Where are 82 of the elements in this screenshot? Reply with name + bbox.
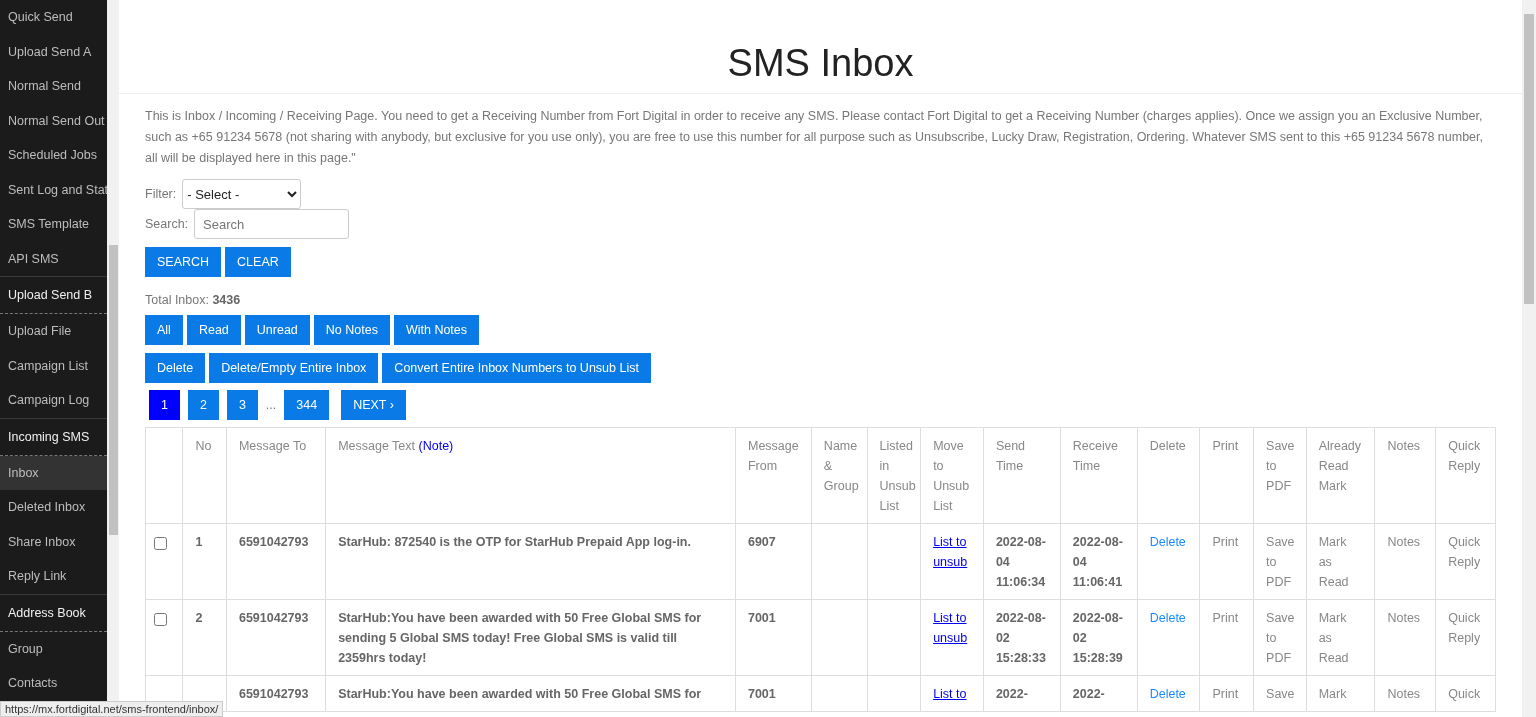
row-checkbox[interactable] <box>154 537 167 550</box>
sidebar-item[interactable]: Contacts <box>0 666 107 701</box>
sidebar-item[interactable]: Inbox <box>0 455 107 490</box>
sidebar-item[interactable]: Reply Link <box>0 559 107 594</box>
table-cell-text: 7001 <box>747 686 777 703</box>
column-header: Move to Unsub List <box>933 439 970 513</box>
sidebar-item[interactable]: Group <box>0 631 107 666</box>
action-button[interactable]: Delete <box>145 353 206 383</box>
table-cell-text: 2022- <box>1072 686 1106 703</box>
description-text: This is Inbox / Incoming / Receiving Page. You need to get a Receiving Number from Fort Digital in order to receive any SMS. Please contact Fort Digital to get a Receiving Number (charges applies). Once we assign you an Exclusive Number, such as +65 91234 5678 (not sharing with anybody, but exclusive for you use only), you are free to use this number for all purpose such as Unsubscribe, Lucky Draw, Registration, Ordering. Whatever SMS sent to this +65 91234 5678 number, all will be displayed here in this page." <box>145 108 1484 167</box>
note-link[interactable]: (Note) <box>418 439 454 453</box>
filter-label: Filter: <box>145 187 177 201</box>
scrollbar[interactable] <box>1522 0 1536 717</box>
row-action-link[interactable]: Notes <box>1387 532 1424 552</box>
table-cell-text: 2022-08-04 11:06:34 <box>995 534 1047 591</box>
filter-button[interactable]: All <box>145 315 183 345</box>
column-header: Send Time <box>995 439 1026 473</box>
column-header: Delete <box>1149 439 1186 453</box>
column-header: Already Read Mark <box>1318 439 1362 493</box>
row-action-link[interactable]: Delete <box>1149 608 1188 628</box>
sidebar-item[interactable]: SMS Template <box>0 207 107 242</box>
column-header: Listed in Unsub List <box>879 439 916 513</box>
sidebar-item[interactable]: Scheduled Jobs <box>0 138 107 173</box>
column-header: Quick Reply <box>1448 439 1481 473</box>
total-inbox-text: Total Inbox: 3436 <box>145 293 242 307</box>
table-cell-text: 6591042793 <box>238 610 310 627</box>
filter-button[interactable]: Read <box>186 315 241 345</box>
sidebar-item[interactable]: API SMS <box>0 241 107 276</box>
link-url-tooltip: https://mx.fortdigital.net/sms-frontend/inbox/ <box>0 701 224 717</box>
table-cell-text: 7001 <box>747 610 777 627</box>
table-cell-text: 2022-08-02 15:28:39 <box>1072 610 1124 667</box>
page-title: SMS Inbox <box>727 42 914 85</box>
row-action-link[interactable]: Delete <box>1149 532 1188 552</box>
search-form-button[interactable]: SEARCH <box>145 247 222 277</box>
column-header: Print <box>1212 439 1239 453</box>
column-header: Message Text <box>338 439 416 453</box>
column-header: Name & Group <box>823 439 859 493</box>
action-button[interactable]: Convert Entire Inbox Numbers to Unsub List <box>382 353 651 383</box>
sidebar-item[interactable]: Upload Send A <box>0 34 107 69</box>
column-header: Notes <box>1387 439 1421 453</box>
sidebar-item[interactable]: Deleted Inbox <box>0 490 107 525</box>
filter-button[interactable]: With Notes <box>393 315 480 345</box>
filter-dropdown[interactable]: - Select - <box>182 179 302 209</box>
row-checkbox[interactable] <box>154 613 167 626</box>
table-cell-text: 2022-08-04 11:06:41 <box>1072 534 1124 591</box>
row-action-link[interactable]: Notes <box>1387 608 1424 628</box>
action-button[interactable]: Delete/Empty Entire Inbox <box>209 353 379 383</box>
table-cell-text: StarHub: 872540 is the OTP for StarHub Prepaid App log-in. <box>338 534 692 551</box>
page-button[interactable]: 3 <box>226 390 258 420</box>
page-button[interactable]: 344 <box>284 390 330 420</box>
column-header: Message To <box>238 439 307 453</box>
sidebar-item[interactable]: Upload File <box>0 314 107 349</box>
filter-button[interactable]: No Notes <box>313 315 390 345</box>
table-cell-text: StarHub:You have been awarded with 50 Free Global SMS for <box>338 686 703 703</box>
table-cell-text: 2 <box>195 610 204 627</box>
search-label: Search: <box>145 217 189 231</box>
table-cell-text: 2022-08-02 15:28:33 <box>995 610 1047 667</box>
page-button[interactable]: 2 <box>187 390 219 420</box>
next-page-button[interactable]: NEXT › <box>341 390 406 420</box>
column-header: Message From <box>747 439 799 473</box>
table-cell-text: 1 <box>195 534 204 551</box>
sidebar-item[interactable]: Campaign Log <box>0 383 107 418</box>
search-field[interactable]: Search <box>194 209 350 239</box>
table-cell-text: 6907 <box>747 534 777 551</box>
table-cell-text: StarHub:You have been awarded with 50 Free Global SMS for sending 5 Global SMS today! Free Global SMS is valid till 2359hrs today! <box>338 610 703 667</box>
sidebar-item[interactable]: Normal Send <box>0 69 107 104</box>
pagination-ellipsis: ... <box>265 398 277 412</box>
filter-button[interactable]: Unread <box>244 315 310 345</box>
sidebar-item[interactable]: Campaign List <box>0 348 107 383</box>
table-cell-text: 6591042793 <box>238 686 310 703</box>
page-button[interactable]: 1 <box>149 390 180 420</box>
row-action-link[interactable]: Print <box>1212 532 1242 552</box>
sidebar-item[interactable]: Quick Send <box>0 0 107 35</box>
column-header: Receive Time <box>1072 439 1118 473</box>
column-header: No <box>195 439 212 453</box>
search-form-button[interactable]: CLEAR <box>225 247 291 277</box>
table-cell-text: 6591042793 <box>238 534 310 551</box>
table-cell-text: 2022- <box>995 686 1029 703</box>
column-header: Save to PDF <box>1266 439 1295 493</box>
sidebar-item[interactable]: Normal Send Out <box>0 103 107 138</box>
row-action-link[interactable]: Print <box>1212 608 1242 628</box>
sidebar-item[interactable]: Share Inbox <box>0 524 107 559</box>
